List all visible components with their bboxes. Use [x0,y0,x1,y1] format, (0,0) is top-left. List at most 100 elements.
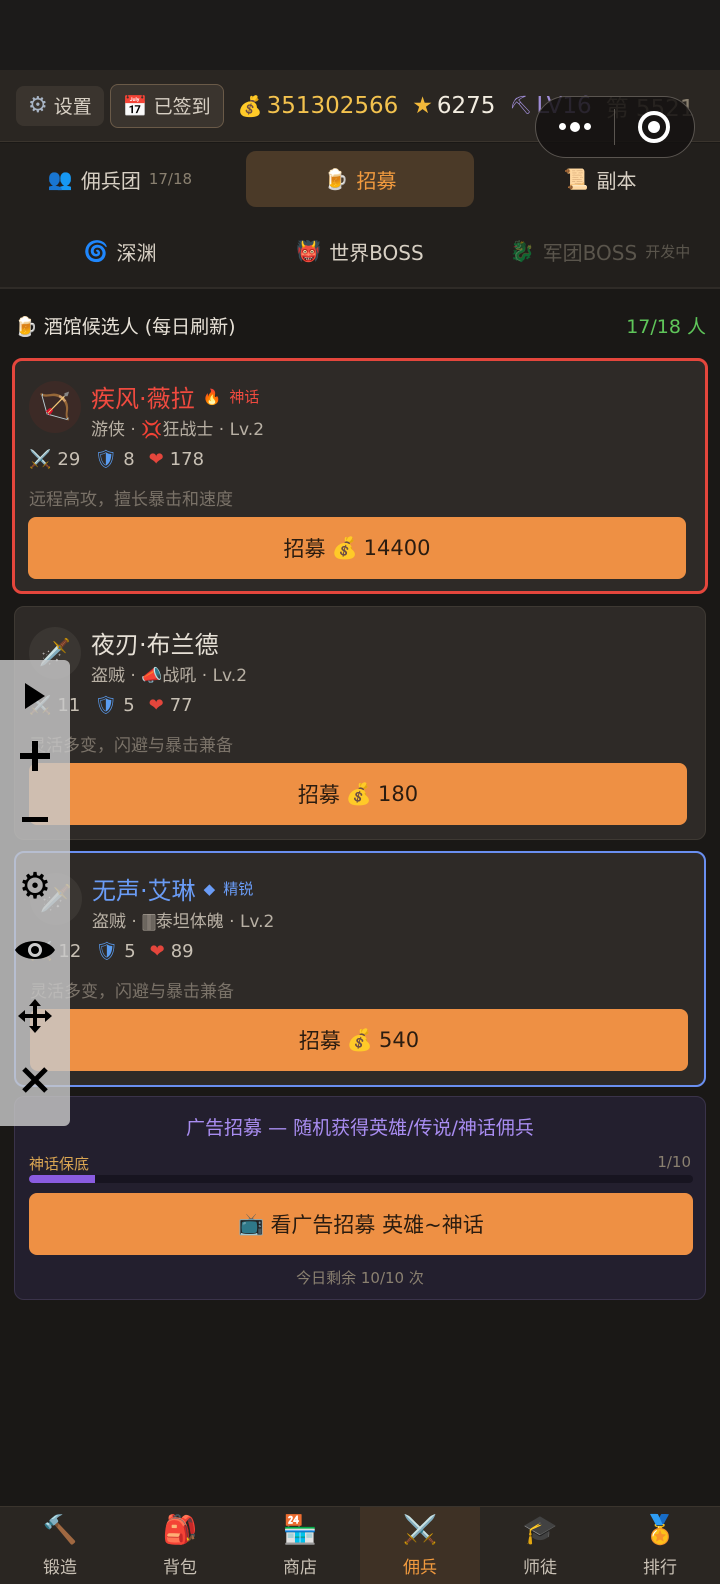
settings-tool-button[interactable]: ⚙ [0,864,70,908]
miniprogram-capsule [535,96,695,158]
star-counter: ★ 6275 [412,93,495,119]
corps-count: 17/18 [148,170,193,188]
medal-icon: 🏅 [642,1513,678,1546]
defense-value: 5 [123,695,135,716]
nav-dungeon[interactable]: 📜 副本 [486,151,714,207]
pity-progress-fill [29,1175,96,1183]
crossed-swords-icon: ⚔️ [402,1513,438,1546]
recruit-button[interactable]: 招募 💰 180 [29,763,687,825]
bottom-tab-bar: 🔨 锻造 🎒 背包 🏪 商店 ⚔️ 佣兵 🎓 师徒 🏅 排行 [0,1506,720,1584]
zoom-out-button[interactable] [0,798,70,842]
pickaxe-icon: ⛏ [509,95,533,116]
more-options-button[interactable] [536,121,614,132]
in-development-label: 开发中 [645,242,691,261]
feature-nav: 👥 佣兵团 17/18 🍺 招募 📜 副本 🌀 深渊 👹 世界BOSS 🐉 军团… [0,143,720,289]
recruit-cost: 540 [379,1028,420,1052]
scroll-icon: 📜 [563,167,589,191]
section-title: 酒馆候选人 (每日刷新) [43,316,236,338]
ad-recruit-panel: 广告招募 — 随机获得英雄/传说/神话佣兵 神话保底 1/10 📺 看广告招募 … [14,1096,706,1300]
money-bag-icon: 💰 [345,781,373,806]
gold-value: 351302566 [266,92,399,119]
calendar-icon: 📅 [122,93,148,118]
pity-progress-text: 1/10 [657,1153,691,1171]
nav-label: 世界BOSS [329,240,424,265]
candidate-name: 疾风·薇拉 [91,385,195,413]
hp-value: 89 [170,941,194,962]
tab-backpack[interactable]: 🎒 背包 [120,1507,240,1584]
money-bag-icon: 💰 [237,93,263,118]
backpack-icon: 🎒 [162,1513,198,1546]
tab-shop[interactable]: 🏪 商店 [240,1507,360,1584]
settings-label: 设置 [53,96,92,118]
candidate-class: 游侠 · 💢狂战士 · Lv.2 [91,420,265,440]
tv-icon: 📺 [238,1211,265,1236]
close-miniprogram-button[interactable] [615,111,695,143]
nav-mercenary-corps[interactable]: 👥 佣兵团 17/18 [6,151,234,207]
tab-forge[interactable]: 🔨 锻造 [0,1507,120,1584]
roster-count: 17/18 人 [626,316,706,338]
defense-value: 5 [124,941,136,962]
nav-label: 副本 [596,168,637,193]
rarity-badge: 精锐 [223,880,254,898]
pity-label: 神话保底 [29,1155,90,1173]
tab-label: 师徒 [523,1558,557,1578]
checkin-button[interactable]: 📅 已签到 [109,83,224,128]
recruit-button[interactable]: 招募 💰 14400 [28,517,686,579]
heart-icon: ❤ [149,941,165,962]
visibility-button[interactable] [0,928,70,972]
candidate-class: 盗贼 · 📣战吼 · Lv.2 [91,666,248,686]
bow-icon: 🏹 [29,381,81,433]
minus-icon [22,817,48,822]
beer-icon: 🍺 [14,316,38,338]
nav-label: 招募 [356,168,397,193]
close-tool-button[interactable] [0,1058,70,1102]
people-icon: 👥 [47,167,73,191]
play-icon [25,683,45,709]
ad-recruit-title: 广告招募 — 随机获得英雄/传说/神话佣兵 [186,1117,534,1139]
tab-ranking[interactable]: 🏅 排行 [600,1507,720,1584]
candidate-class: 盗贼 · 🀫泰坦体魄 · Lv.2 [92,912,275,932]
recruit-label: 招募 [283,537,326,561]
shield-icon: 🛡 [95,941,119,962]
nav-abyss[interactable]: 🌀 深渊 [6,223,234,279]
hammer-icon: 🔨 [42,1513,78,1546]
recruit-label: 招募 [297,783,340,807]
star-value: 6275 [436,92,496,119]
money-bag-icon: 💰 [346,1027,374,1052]
vortex-icon: 🌀 [83,239,109,263]
eye-icon [15,941,55,959]
gear-icon: ⚙ [18,865,52,907]
shield-icon: 🛡 [94,449,118,470]
watch-ad-recruit-button[interactable]: 📺 看广告招募 英雄~神话 [29,1193,693,1255]
defense-value: 8 [123,449,135,470]
settings-button[interactable]: ⚙ 设置 [16,85,104,126]
candidate-card: 🏹 疾风·薇拉 🔥 神话 游侠 · 💢狂战士 · Lv.2 ⚔️ 29 🛡 8 ❤ 1… [12,358,708,594]
diamond-icon: ◆ [203,879,216,898]
tab-mercenary[interactable]: ⚔️ 佣兵 [360,1507,480,1584]
zoom-in-button[interactable] [0,734,70,778]
beer-icon: 🍺 [323,167,349,191]
nav-recruit[interactable]: 🍺 招募 [246,151,474,207]
pity-info: 神话保底 1/10 [29,1153,691,1174]
nav-label: 军团BOSS [542,240,638,265]
play-button[interactable] [0,674,70,718]
fire-icon: 🔥 [202,387,222,406]
recruit-button[interactable]: 招募 💰 540 [30,1009,688,1071]
hp-value: 178 [169,449,205,470]
nav-label: 佣兵团 [80,168,141,193]
nav-world-boss[interactable]: 👹 世界BOSS [246,223,474,279]
star-icon: ★ [412,92,433,119]
hp-value: 77 [169,695,193,716]
shop-icon: 🏪 [282,1513,318,1546]
status-bar-area [0,0,720,70]
graduation-cap-icon: 🎓 [522,1513,558,1546]
plus-icon [20,741,50,771]
watch-ad-label: 看广告招募 英雄~神话 [270,1213,484,1237]
candidate-stats: ⚔️ 29 🛡 8 ❤ 178 [29,449,204,470]
money-bag-icon: 💰 [331,535,358,560]
tab-label: 排行 [643,1558,677,1578]
candidate-name: 夜刃·布兰德 [91,631,219,659]
shield-icon: 🛡 [94,695,118,716]
tab-mentor[interactable]: 🎓 师徒 [480,1507,600,1584]
move-button[interactable] [0,994,70,1038]
